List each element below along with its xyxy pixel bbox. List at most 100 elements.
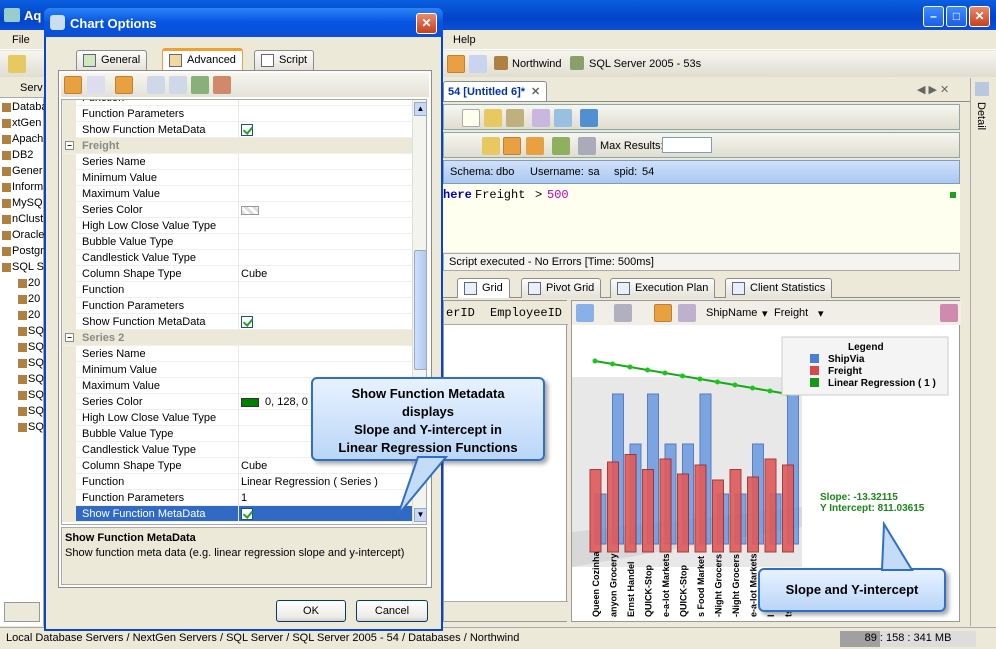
script-status-bar: Script executed - No Errors [Time: 500ms… [443,253,960,271]
property-name: Function [82,476,125,488]
property-row[interactable]: Show Function MetaData [62,314,412,330]
tab-grid[interactable]: Grid [457,278,510,298]
collapse-icon[interactable] [169,76,187,94]
checkbox[interactable] [241,124,253,136]
intercept-label: Y Intercept: 811.03615 [820,503,925,514]
max-results-input[interactable] [662,137,712,153]
color-swatch[interactable] [241,398,259,407]
chart-options-dialog: Chart Options ✕ General Advanced Script … [44,8,443,631]
chart-grid-icon[interactable] [654,304,672,322]
property-row[interactable]: Column Shape Type Cube [62,266,412,282]
checkbox[interactable] [241,508,253,520]
x-tick-label: s Food Market [696,556,706,617]
export-icon[interactable] [552,137,570,155]
property-row[interactable]: Function Parameters [62,106,412,122]
layout-icon[interactable] [447,55,465,73]
minimize-button[interactable]: – [923,6,944,27]
category-row[interactable]: − Series 2 [62,330,412,346]
property-row[interactable]: Minimum Value [62,170,412,186]
category-row[interactable]: − Freight [62,138,412,154]
x-tick-label: -Night Grocers [731,554,741,617]
property-row[interactable]: Show Function MetaData [62,506,412,522]
chart-mode-icon[interactable] [526,137,544,155]
tools-icon[interactable] [532,109,550,127]
cancel-button[interactable]: Cancel [356,600,428,622]
property-row[interactable]: Candlestick Value Type [62,250,412,266]
add-series-icon[interactable] [191,76,209,94]
property-row[interactable]: Function Parameters 1 [62,490,412,506]
tab-script[interactable]: Script [254,50,315,70]
menu-help[interactable]: Help [453,34,476,46]
color-swatch[interactable] [241,206,259,215]
chart-type-icon[interactable] [576,304,594,322]
new-icon[interactable] [462,109,480,127]
property-row[interactable]: Maximum Value [62,186,412,202]
y-field-dropdown[interactable]: Freight [774,307,808,319]
help-panel: Show Function MetaData Show function met… [61,527,427,585]
property-value[interactable]: Cube [241,268,411,280]
server-name[interactable]: SQL Server 2005 - 53s [589,58,701,70]
help-title: Show Function MetaData [65,532,196,544]
x-field-dropdown[interactable]: ShipName [706,307,757,319]
format-icon[interactable] [580,109,598,127]
property-pages-icon[interactable] [115,76,133,94]
chart-export-icon[interactable] [940,304,958,322]
chart-options-icon[interactable] [678,304,696,322]
detail-tab[interactable]: Detail [975,102,987,130]
property-row[interactable]: Bubble Value Type [62,234,412,250]
remove-series-icon[interactable] [213,76,231,94]
result-grid[interactable]: erID EmployeeID [443,300,568,622]
status-marker-icon [950,192,956,198]
property-name: Series Name [82,156,146,168]
tab-execution-plan[interactable]: Execution Plan [610,278,716,298]
regression-point [592,358,598,364]
maximize-button[interactable]: □ [946,6,967,27]
property-row[interactable]: Show Function MetaData [62,122,412,138]
property-row[interactable]: Minimum Value [62,362,412,378]
property-row[interactable]: Series Name [62,154,412,170]
tool-icon[interactable] [8,55,26,73]
property-row[interactable]: Function [62,100,412,106]
property-row[interactable]: Series Color [62,202,412,218]
dropdown-icon[interactable]: ▾ [818,307,824,320]
property-row[interactable]: Function Linear Regression ( Series ) [62,474,412,490]
dialog-close-button[interactable]: ✕ [416,13,437,34]
tab-general[interactable]: General [76,50,148,70]
checkbox[interactable] [241,316,253,328]
col-header[interactable]: EmployeeID [490,306,562,320]
dropdown-icon[interactable]: ▾ [762,307,768,320]
undo-icon[interactable] [506,109,524,127]
property-row[interactable]: Function [62,282,412,298]
property-name: Bubble Value Type [82,428,174,440]
tab-client-statistics[interactable]: Client Statistics [725,278,833,298]
sql-editor[interactable]: here Freight > 500 [443,184,960,252]
open-icon[interactable] [484,109,502,127]
sql-field: Freight [475,188,526,202]
col-header[interactable]: erID [446,306,475,320]
property-row[interactable]: High Low Close Value Type [62,218,412,234]
tab-advanced[interactable]: Advanced [162,48,243,70]
property-row[interactable]: Series Name [62,346,412,362]
close-button[interactable]: ✕ [969,6,990,27]
menu-file[interactable]: File [12,34,30,46]
property-name: Candlestick Value Type [82,444,196,456]
mode-icon[interactable] [482,137,500,155]
categorized-icon[interactable] [64,76,82,94]
dialog-tabs: General Advanced Script [58,48,432,70]
chart-3d-icon[interactable] [614,304,632,322]
ok-button[interactable]: OK [276,600,346,622]
run-icon[interactable] [554,109,572,127]
expand-icon[interactable] [147,76,165,94]
property-row[interactable]: Function Parameters [62,298,412,314]
grid-mode-icon[interactable] [503,137,521,155]
sort-az-icon[interactable] [87,76,105,94]
detail-icon[interactable] [975,82,989,96]
grid-icon[interactable] [469,55,487,73]
tab-nav-icon[interactable]: ◀ ▶ ✕ [917,83,949,96]
x-tick-label: e-a-lot Markets [749,553,759,617]
options-icon[interactable] [578,137,596,155]
schema-value: dbo [496,166,515,178]
tab-pivot-grid[interactable]: Pivot Grid [521,278,602,298]
db-name[interactable]: Northwind [512,58,562,70]
doc-tab[interactable]: 54 [Untitled 6]* ✕ [443,81,548,101]
